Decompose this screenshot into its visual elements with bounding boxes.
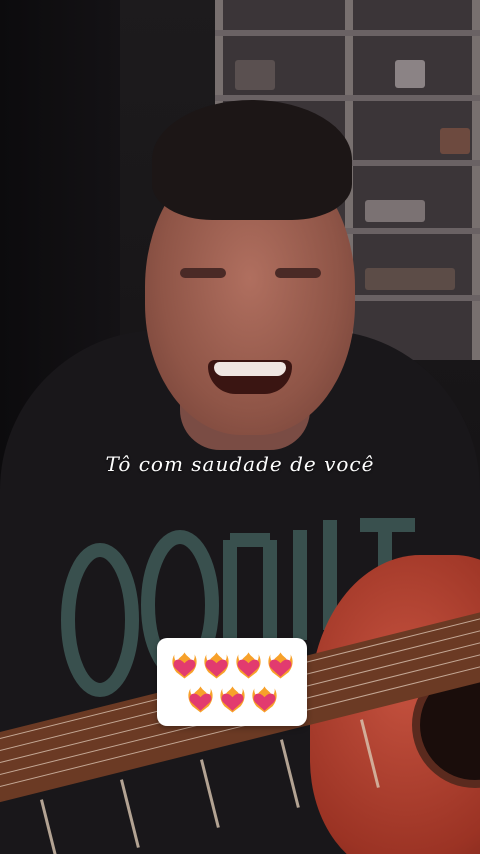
sticker-row-1 — [171, 650, 294, 680]
sticker-row-2 — [187, 684, 278, 714]
left-eye — [180, 268, 226, 278]
heart-on-fire-icon — [267, 652, 293, 679]
heart-on-fire-icon — [235, 652, 261, 679]
heart-on-fire-icon — [187, 686, 213, 713]
hair — [152, 100, 352, 220]
heart-on-fire-icon — [171, 652, 197, 679]
lyrics-caption: Tô com saudade de você — [105, 452, 375, 476]
right-eye — [275, 268, 321, 278]
heart-on-fire-icon — [219, 686, 245, 713]
emoji-sticker[interactable] — [157, 638, 307, 726]
teeth — [214, 362, 286, 376]
video-frame[interactable]: Tô com saudade de você — [0, 0, 480, 854]
heart-on-fire-icon — [251, 686, 277, 713]
heart-on-fire-icon — [203, 652, 229, 679]
